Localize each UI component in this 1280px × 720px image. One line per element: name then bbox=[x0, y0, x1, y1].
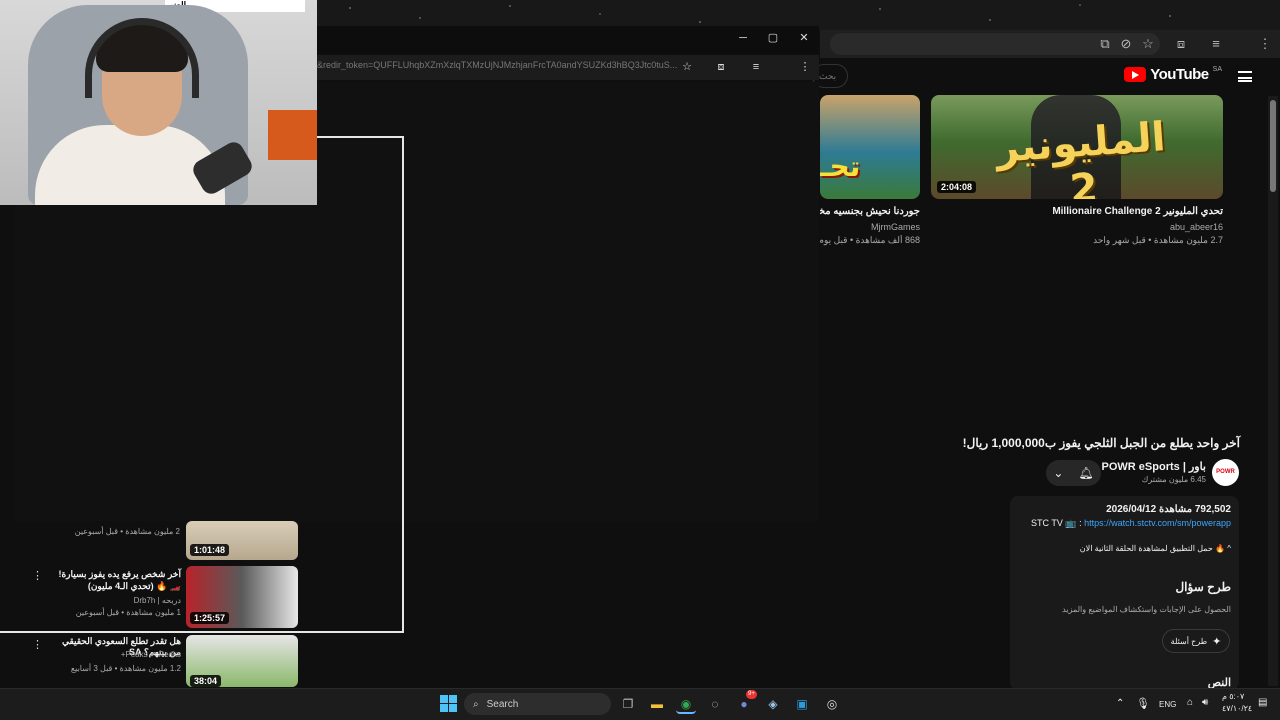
steam-icon[interactable]: ◈ bbox=[763, 694, 783, 714]
minimize-icon[interactable]: ─ bbox=[733, 30, 753, 46]
media-controls-icon[interactable]: ≡ bbox=[747, 59, 765, 75]
video-title[interactable]: جوردنا نحيش بجنسيه مختلفه ! bbox=[820, 206, 920, 217]
verified-icon: ✔ bbox=[149, 650, 157, 659]
media-controls-icon[interactable]: ≡ bbox=[1207, 35, 1225, 53]
app-icon[interactable]: ◌ bbox=[705, 694, 725, 714]
windows-start-icon[interactable] bbox=[440, 695, 457, 712]
youtube-logo[interactable]: YouTube SA bbox=[1124, 66, 1222, 83]
extensions-icon[interactable]: ⧈ bbox=[712, 59, 730, 75]
hamburger-menu-icon[interactable] bbox=[1238, 71, 1252, 82]
network-icon[interactable]: ⌂ bbox=[1187, 697, 1193, 708]
selection-outline bbox=[0, 136, 404, 633]
video-main-title: آخر واحد يطلع من الجبل الثلجي يفوز ب1,00… bbox=[962, 436, 1240, 450]
description-link-line: STC TV 📺 : https://watch.stctv.com/sm/po… bbox=[1031, 518, 1231, 529]
youtube-play-icon bbox=[1124, 67, 1147, 82]
duration-badge: 2:04:08 bbox=[937, 181, 977, 193]
sparkle-icon: ✦ bbox=[1212, 635, 1222, 648]
volume-icon[interactable]: 🔊︎ bbox=[1202, 697, 1208, 708]
chrome-icon[interactable]: ◉ bbox=[676, 694, 696, 714]
channel-avatar[interactable]: POWR bbox=[1212, 459, 1239, 486]
eye-off-icon[interactable]: ⊘ bbox=[1117, 35, 1135, 53]
microphone-tray-icon[interactable]: 🎙︎ bbox=[1136, 697, 1150, 710]
extensions-icon[interactable]: ⧈ bbox=[1172, 35, 1190, 53]
notification-bell-button[interactable]: ⌄ 🔔︎ bbox=[1046, 460, 1101, 486]
description-link[interactable]: https://watch.stctv.com/sm/powerapp bbox=[1084, 518, 1231, 528]
link-prefix: STC TV 📺 : bbox=[1031, 518, 1082, 528]
more-options-icon[interactable]: ⋮ bbox=[32, 638, 43, 651]
video-meta: 1.2 مليون مشاهدة • قبل 3 أسابيع bbox=[70, 664, 181, 673]
browser-menu-icon[interactable]: ⋮ bbox=[1256, 35, 1274, 53]
ask-questions-button[interactable]: طرح أسئلة ✦ bbox=[1162, 629, 1230, 653]
channel-name[interactable]: Peaks ✔ Peaks+ bbox=[48, 650, 181, 659]
ask-button-label: طرح أسئلة bbox=[1170, 636, 1208, 646]
sidebar-thumbnail[interactable]: 38:04 bbox=[186, 635, 298, 687]
obs-icon[interactable]: ◎ bbox=[822, 694, 842, 714]
browser-menu-icon[interactable]: ⋮ bbox=[796, 59, 814, 75]
description-panel[interactable]: 792,502 مشاهدة 2026/04/12 STC TV 📺 : htt… bbox=[1010, 496, 1239, 690]
notifications-icon[interactable]: ▤ bbox=[1258, 697, 1267, 708]
scrollbar-thumb[interactable] bbox=[1270, 100, 1276, 192]
view-count-and-date: 792,502 مشاهدة 2026/04/12 bbox=[1106, 504, 1231, 515]
video-meta: 2.7 مليون مشاهدة • قبل شهر واحد bbox=[1093, 235, 1223, 245]
clock-time[interactable]: ٥:٠٧ م bbox=[1222, 692, 1244, 701]
ask-subtitle: الحصول على الإجابات واستكشاف المواضيع وا… bbox=[1062, 605, 1231, 614]
view-count: 792,502 مشاهدة bbox=[1158, 504, 1231, 515]
video-thumbnail[interactable]: المليونير 2 2:04:08 bbox=[931, 95, 1223, 199]
video-thumbnail[interactable]: تحـ bbox=[820, 95, 920, 199]
close-icon[interactable]: ✕ bbox=[794, 30, 814, 46]
video-title[interactable]: تحدي المليونير 2 Millionaire Challenge bbox=[933, 206, 1223, 217]
notification-badge: 9+ bbox=[746, 690, 757, 699]
duration-badge: 38:04 bbox=[190, 675, 222, 687]
windows-taskbar bbox=[0, 688, 1280, 720]
clock-date[interactable]: ٤٧/١٠/٢٤ bbox=[1222, 704, 1252, 713]
bookmark-star-icon[interactable]: ☆ bbox=[678, 59, 696, 75]
thumbnail-title-art: تحـ bbox=[820, 150, 861, 183]
photos-icon[interactable]: ▣ bbox=[792, 694, 812, 714]
channel-name[interactable]: abu_abeer16 bbox=[933, 222, 1223, 232]
channel-alt-name: Peaks bbox=[125, 650, 148, 659]
upload-date: 2026/04/12 bbox=[1106, 504, 1157, 515]
video-meta: 868 ألف مشاهدة • قبل يوم واحد bbox=[820, 235, 920, 245]
taskbar-search[interactable]: ⌕ Search bbox=[464, 693, 611, 715]
chevron-down-icon: ⌄ bbox=[1053, 466, 1064, 480]
region-code: SA bbox=[1212, 66, 1222, 73]
search-placeholder: Search bbox=[486, 698, 519, 710]
task-view-icon[interactable]: ❐ bbox=[618, 694, 638, 714]
bell-icon: 🔔︎ bbox=[1078, 466, 1094, 480]
maximize-icon[interactable]: ▢ bbox=[763, 30, 783, 46]
language-indicator[interactable]: ENG bbox=[1159, 700, 1176, 709]
popup-url-text[interactable]: &redir_token=QUFFLUhqbXZmXzlqTXMzUjNJMzh… bbox=[317, 60, 677, 70]
ask-heading: طرح سؤال bbox=[1175, 580, 1231, 594]
bookmark-star-icon[interactable]: ☆ bbox=[1139, 35, 1157, 53]
discord-icon[interactable]: ● 9+ bbox=[734, 690, 757, 714]
youtube-wordmark: YouTube bbox=[1150, 66, 1209, 83]
cast-icon[interactable]: ⧉ bbox=[1096, 35, 1114, 53]
channel-name[interactable]: MjrmGames bbox=[820, 222, 920, 232]
search-icon: ⌕ bbox=[473, 698, 479, 710]
tray-overflow-icon[interactable]: ⌃ bbox=[1116, 698, 1124, 709]
file-explorer-icon[interactable]: ▬ bbox=[647, 694, 667, 714]
thumbnail-title-art: المليونير 2 bbox=[994, 114, 1167, 199]
promo-line: ^ 🔥 حمل التطبيق لمشاهدة الحلقة الثانية ا… bbox=[1079, 544, 1231, 553]
